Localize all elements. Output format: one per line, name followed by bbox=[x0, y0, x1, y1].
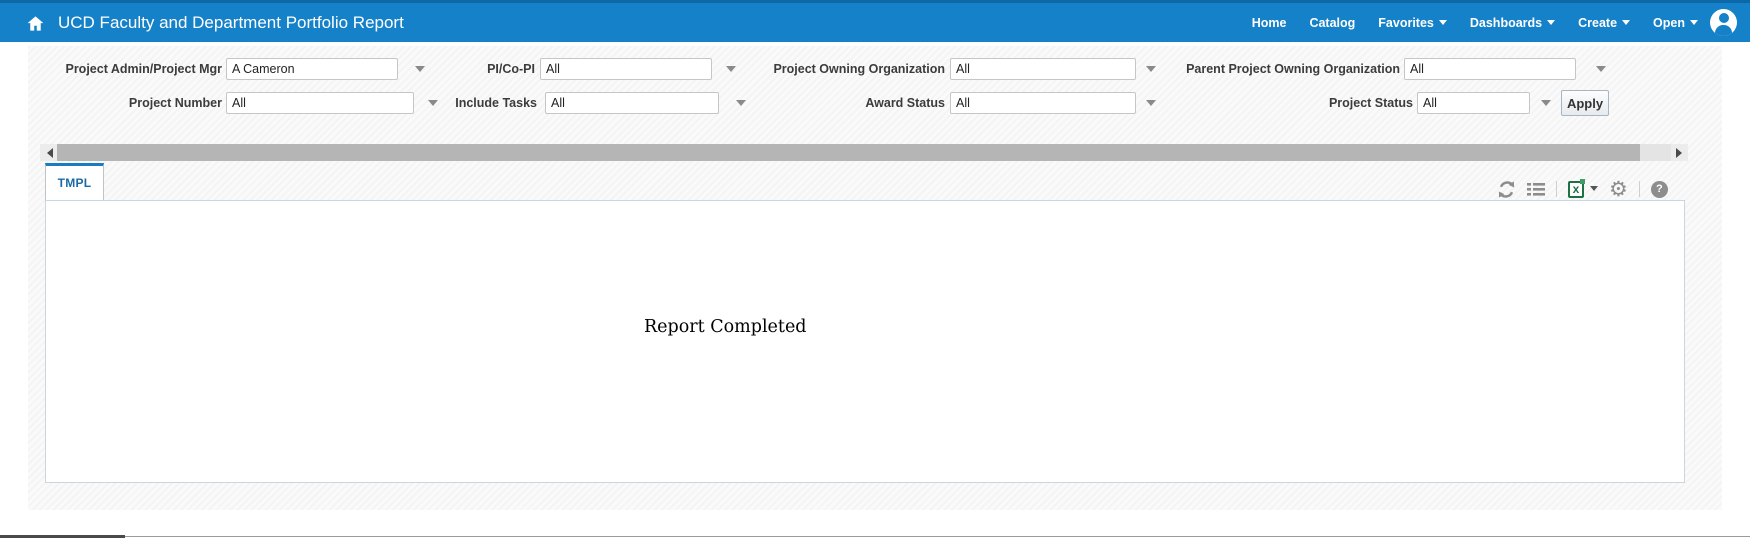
filter-input-project-owning-org[interactable] bbox=[950, 58, 1136, 80]
nav-label: Dashboards bbox=[1470, 16, 1542, 30]
dropdown-arrow-icon[interactable] bbox=[1596, 66, 1606, 77]
tab-tmpl[interactable]: TMPL bbox=[45, 163, 104, 200]
chevron-down-icon bbox=[1547, 20, 1555, 29]
window-bottom-edge bbox=[0, 536, 1750, 537]
avatar-head bbox=[1719, 13, 1729, 23]
filter-input-project-admin[interactable] bbox=[226, 58, 398, 80]
header-bar: UCD Faculty and Department Portfolio Rep… bbox=[0, 0, 1750, 42]
nav-label: Create bbox=[1578, 16, 1617, 30]
scroll-left-arrow-icon bbox=[42, 148, 53, 158]
nav-item-open[interactable]: Open bbox=[1653, 16, 1698, 30]
chevron-down-icon bbox=[1690, 20, 1698, 29]
apply-button[interactable]: Apply bbox=[1561, 90, 1609, 116]
nav-label: Home bbox=[1252, 16, 1287, 30]
nav-item-dashboards[interactable]: Dashboards bbox=[1470, 16, 1555, 30]
scrollbar-thumb[interactable] bbox=[57, 144, 1640, 161]
filter-label-project-admin: Project Admin/Project Mgr bbox=[40, 58, 222, 80]
tab-label: TMPL bbox=[58, 176, 92, 190]
report-status-text: Report Completed bbox=[644, 317, 807, 337]
dropdown-arrow-icon[interactable] bbox=[428, 100, 438, 111]
nav-item-favorites[interactable]: Favorites bbox=[1378, 16, 1447, 30]
nav-item-home[interactable]: Home bbox=[1252, 16, 1287, 30]
filter-input-include-tasks[interactable] bbox=[545, 92, 719, 114]
scroll-left-button[interactable] bbox=[40, 144, 57, 161]
nav-item-catalog[interactable]: Catalog bbox=[1309, 16, 1355, 30]
excel-notch bbox=[1580, 179, 1585, 184]
filter-input-award-status[interactable] bbox=[950, 92, 1136, 114]
toolbar-divider bbox=[1639, 181, 1640, 197]
nav-label: Open bbox=[1653, 16, 1685, 30]
filter-label-parent-project-owning-org: Parent Project Owning Organization bbox=[1166, 58, 1400, 80]
view-selector-icon[interactable] bbox=[1527, 182, 1545, 197]
chevron-down-icon bbox=[1439, 20, 1447, 29]
toolbar-divider bbox=[1556, 181, 1557, 197]
report-panel: Report Completed bbox=[45, 200, 1685, 483]
filter-label-project-owning-org: Project Owning Organization bbox=[745, 58, 945, 80]
page-title: UCD Faculty and Department Portfolio Rep… bbox=[58, 3, 404, 42]
export-excel-icon[interactable]: x bbox=[1568, 181, 1584, 198]
chevron-down-icon bbox=[1622, 20, 1630, 29]
filter-label-award-status: Award Status bbox=[845, 92, 945, 114]
filter-label-pi-copi: PI/Co-PI bbox=[420, 58, 535, 80]
nav-label: Favorites bbox=[1378, 16, 1434, 30]
settings-gear-icon[interactable]: ⚙ bbox=[1609, 179, 1628, 199]
filter-input-pi-copi[interactable] bbox=[540, 58, 712, 80]
excel-letter: x bbox=[1573, 183, 1580, 195]
dropdown-arrow-icon[interactable] bbox=[1146, 100, 1156, 111]
help-icon[interactable]: ? bbox=[1651, 181, 1668, 198]
application-window: UCD Faculty and Department Portfolio Rep… bbox=[0, 0, 1750, 539]
dropdown-arrow-icon[interactable] bbox=[726, 66, 736, 77]
dropdown-arrow-icon[interactable] bbox=[1541, 100, 1551, 111]
nav-item-create[interactable]: Create bbox=[1578, 16, 1630, 30]
avatar-body bbox=[1715, 25, 1732, 36]
export-dropdown-caret-icon[interactable] bbox=[1590, 186, 1598, 195]
filter-input-project-number[interactable] bbox=[226, 92, 414, 114]
report-toolbar: x ⚙ ? bbox=[1497, 178, 1668, 200]
horizontal-scrollbar[interactable] bbox=[40, 144, 1688, 161]
filter-label-include-tasks: Include Tasks bbox=[447, 92, 537, 114]
scroll-right-button[interactable] bbox=[1671, 144, 1688, 161]
home-icon[interactable] bbox=[26, 14, 45, 33]
filter-input-parent-project-owning-org[interactable] bbox=[1404, 58, 1576, 80]
top-navigation: Home Catalog Favorites Dashboards Create… bbox=[1252, 3, 1698, 42]
dropdown-arrow-icon[interactable] bbox=[1146, 66, 1156, 77]
user-avatar-icon[interactable] bbox=[1710, 9, 1737, 36]
window-bottom-edge-dark bbox=[0, 535, 125, 538]
dropdown-arrow-icon[interactable] bbox=[736, 100, 746, 111]
filter-label-project-number: Project Number bbox=[40, 92, 222, 114]
refresh-icon[interactable] bbox=[1497, 180, 1516, 199]
scroll-right-arrow-icon bbox=[1676, 148, 1687, 158]
nav-label: Catalog bbox=[1309, 16, 1355, 30]
filter-label-project-status: Project Status bbox=[1280, 92, 1413, 114]
filter-input-project-status[interactable] bbox=[1417, 92, 1530, 114]
